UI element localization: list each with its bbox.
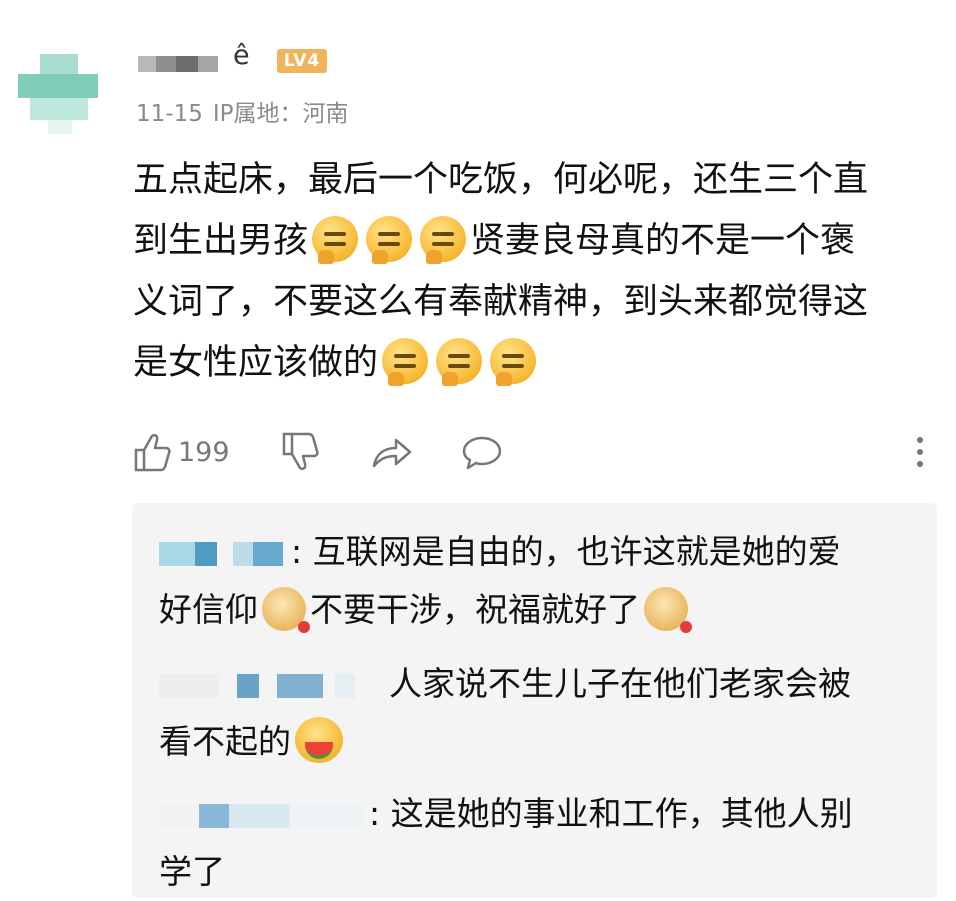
like-button[interactable] — [132, 430, 172, 478]
comment-bubble-icon — [462, 436, 502, 470]
angry-smoking-emoji — [382, 338, 429, 386]
comment-body: 五点起床，最后一个吃饭，何必呢，还生三个直 到生出男孩 贤妻良母真的不是一个褒 义… — [133, 150, 933, 394]
angry-smoking-emoji — [420, 216, 467, 264]
more-vertical-icon — [917, 437, 923, 467]
reply-item[interactable]: : 互联网是自由的，也许这就是她的爱 好信仰 不要干涉，祝福就好了 — [159, 523, 899, 639]
reply-item[interactable]: 人家说不生儿子在他们老家会被 看不起的 — [159, 655, 899, 771]
ip-location: IP属地：河南 — [212, 101, 349, 127]
username-blurred[interactable] — [138, 56, 218, 72]
comment-meta: 11-15 IP属地：河南 — [136, 94, 359, 128]
comment-action-bar: 199 — [132, 430, 932, 480]
reply-username-blurred — [159, 539, 291, 569]
level-badge: LV4 — [277, 49, 327, 73]
angry-smoking-emoji — [436, 338, 483, 386]
angry-smoking-emoji — [490, 338, 537, 386]
thumbs-up-icon — [134, 433, 171, 472]
reply-button[interactable] — [460, 430, 504, 478]
like-count: 199 — [178, 437, 230, 468]
angry-smoking-emoji — [312, 216, 359, 264]
dislike-button[interactable] — [280, 430, 320, 478]
share-arrow-icon — [372, 438, 412, 468]
comment-date: 11-15 — [136, 101, 203, 127]
replies-container: : 互联网是自由的，也许这就是她的爱 好信仰 不要干涉，祝福就好了 人家说不生儿子… — [132, 503, 937, 898]
doge-rose-emoji — [644, 587, 692, 633]
username-tail: ê — [233, 40, 250, 71]
reply-username-blurred — [159, 801, 369, 831]
avatar[interactable] — [18, 54, 98, 134]
doge-rose-emoji — [262, 587, 310, 633]
angry-smoking-emoji — [366, 216, 413, 264]
thumbs-down-icon — [282, 432, 319, 471]
reply-item[interactable]: : 这是她的事业和工作，其他人别 学了 — [159, 785, 899, 901]
share-button[interactable] — [370, 430, 414, 478]
eating-watermelon-emoji — [295, 717, 343, 763]
reply-username-blurred — [159, 671, 389, 701]
more-options-button[interactable] — [912, 434, 928, 478]
